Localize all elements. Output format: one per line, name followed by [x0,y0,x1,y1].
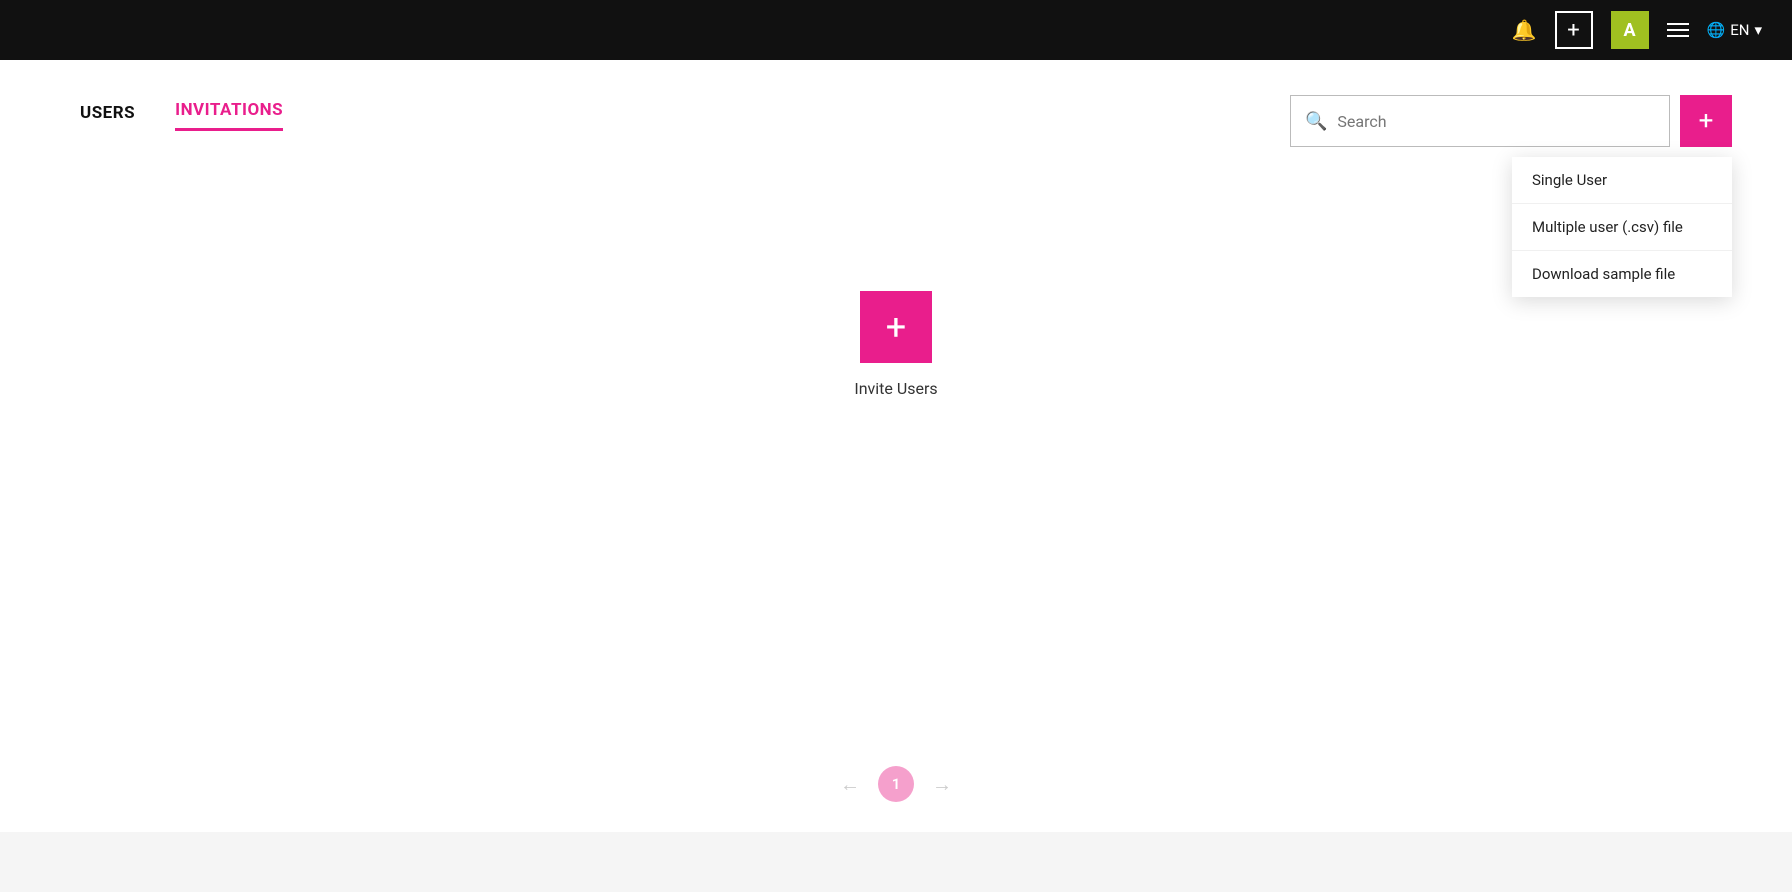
invite-users-button[interactable]: + [860,291,932,363]
notification-icon[interactable]: 🔔 [1512,18,1537,42]
navbar: 🔔 + A 🌐 EN ▾ [0,0,1792,60]
page-content: USERS INVITATIONS 🔍 + Single User Multip… [0,60,1792,832]
language-selector[interactable]: 🌐 EN ▾ [1707,21,1762,39]
dropdown-item-single-user[interactable]: Single User [1512,157,1732,204]
navbar-plus-icon: + [1567,18,1579,43]
pagination: ← 1 → [840,766,952,802]
pagination-page-1[interactable]: 1 [878,766,914,802]
dropdown-item-download-sample[interactable]: Download sample file [1512,251,1732,297]
pagination-prev-button[interactable]: ← [840,772,860,797]
hamburger-line-2 [1667,29,1689,31]
center-content: + Invite Users [80,291,1712,398]
tab-users[interactable]: USERS [80,103,135,131]
search-input[interactable] [1337,112,1655,131]
language-label: EN [1730,21,1749,39]
chevron-down-icon: ▾ [1754,21,1762,39]
dropdown-item-multiple-user[interactable]: Multiple user (.csv) file [1512,204,1732,251]
hamburger-line-3 [1667,35,1689,37]
navbar-add-button[interactable]: + [1555,11,1593,49]
search-box: 🔍 [1290,95,1670,147]
globe-icon: 🌐 [1707,21,1726,39]
invite-users-label: Invite Users [854,379,937,398]
tab-invitations[interactable]: INVITATIONS [175,100,283,131]
pagination-next-button[interactable]: → [932,772,952,797]
top-controls: 🔍 + [1290,95,1732,147]
hamburger-menu-button[interactable] [1667,23,1689,37]
add-user-button[interactable]: + [1680,95,1732,147]
hamburger-line-1 [1667,23,1689,25]
dropdown-menu: Single User Multiple user (.csv) file Do… [1512,157,1732,297]
user-avatar[interactable]: A [1611,11,1649,49]
search-icon: 🔍 [1305,111,1327,132]
